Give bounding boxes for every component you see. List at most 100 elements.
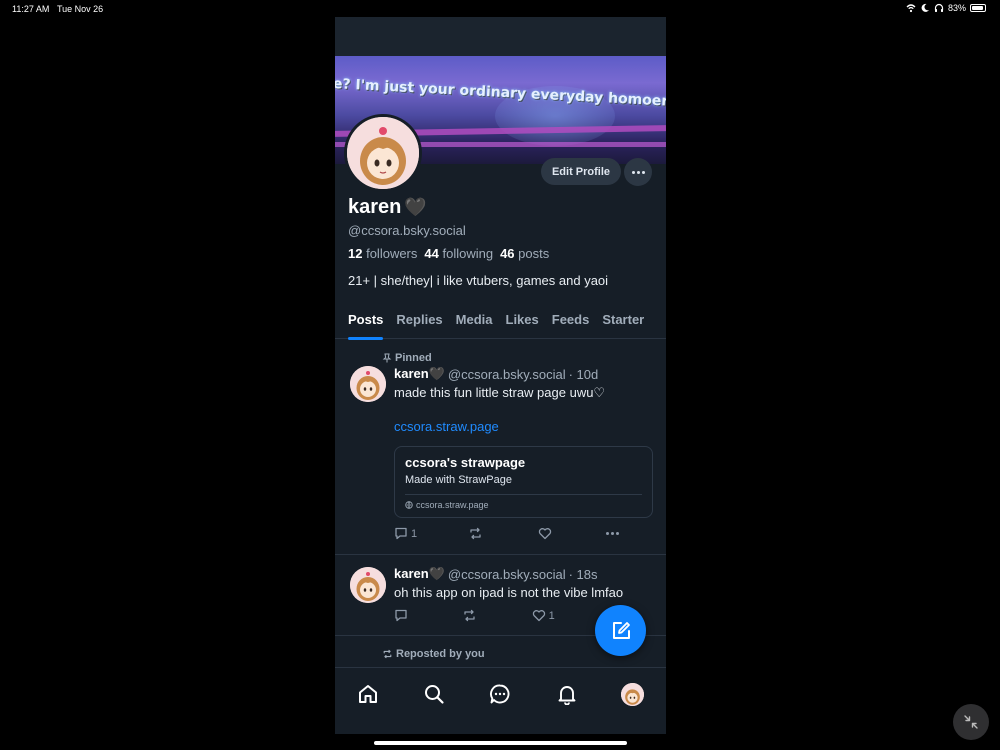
repost-indicator: Reposted by you	[382, 648, 485, 660]
avatar-illustration	[350, 567, 386, 603]
post-author[interactable]: karen🖤	[394, 566, 445, 582]
post-context-label: Pinned	[395, 352, 432, 364]
followers-label: followers	[366, 246, 418, 261]
heart-icon	[532, 610, 545, 622]
compose-button[interactable]	[595, 605, 646, 656]
reply-button[interactable]	[394, 609, 411, 622]
nav-chat[interactable]	[487, 681, 513, 707]
status-bar: 11:27 AM Tue Nov 26 83%	[0, 0, 1000, 18]
card-divider	[405, 494, 642, 495]
avatar-illustration	[347, 117, 419, 189]
repost-icon	[470, 527, 482, 540]
status-time: 11:27 AM	[12, 4, 50, 14]
like-count: 1	[548, 609, 555, 622]
tab-media[interactable]: Media	[456, 307, 493, 339]
reply-icon	[395, 527, 407, 540]
battery-icon	[970, 4, 986, 12]
globe-icon	[405, 501, 413, 509]
bottom-navigation	[335, 667, 666, 734]
like-button[interactable]: 1	[532, 609, 555, 622]
tab-replies[interactable]: Replies	[396, 307, 442, 339]
card-domain-text: ccsora.straw.page	[416, 500, 489, 510]
card-title: ccsora's strawpage	[405, 455, 526, 470]
exit-fullscreen-button[interactable]	[953, 704, 989, 740]
ellipsis-icon	[605, 532, 619, 535]
post-context-label: Reposted by you	[396, 648, 485, 660]
compose-icon	[612, 621, 630, 639]
post-more-button[interactable]	[605, 532, 619, 535]
following-label: following	[442, 246, 494, 261]
collapse-arrows-icon	[964, 715, 978, 729]
post-timestamp[interactable]: · 10d	[569, 367, 599, 382]
battery-percentage: 83%	[947, 3, 966, 13]
bell-icon	[558, 686, 576, 705]
moon-icon	[921, 3, 929, 12]
status-right: 83%	[906, 3, 986, 13]
posts-label: posts	[518, 246, 550, 261]
profile-avatar-small	[621, 682, 645, 706]
avatar-illustration	[350, 366, 386, 402]
reply-icon	[395, 609, 407, 622]
reply-button[interactable]: 1	[394, 527, 417, 540]
following-stat[interactable]: 44 following	[424, 246, 493, 261]
nav-notifications[interactable]	[554, 681, 580, 707]
post-timestamp[interactable]: · 18s	[569, 567, 598, 582]
nav-search[interactable]	[421, 681, 447, 707]
nav-profile[interactable]	[620, 681, 646, 707]
repost-button[interactable]	[462, 609, 480, 622]
post-text: made this fun little straw page uwu♡	[394, 385, 606, 400]
post-text: oh this app on ipad is not the vibe lmfa…	[394, 585, 624, 600]
tab-starter[interactable]: Starter	[602, 307, 644, 339]
following-count: 44	[424, 246, 439, 261]
post-handle[interactable]: @ccsora.bsky.social	[448, 567, 566, 582]
post-actions: 1	[394, 609, 619, 622]
profile-stats: 12 followers 44 following 46 posts	[348, 246, 549, 261]
search-icon	[425, 685, 444, 704]
ellipsis-icon	[631, 170, 645, 174]
feed-post[interactable]: Pinned karen🖤 @ccsora.bsky.social · 10d …	[335, 339, 666, 555]
wifi-icon	[906, 4, 916, 13]
post-avatar[interactable]	[350, 366, 386, 402]
card-domain: ccsora.straw.page	[405, 500, 489, 510]
tab-posts[interactable]: Posts	[348, 307, 384, 340]
app-top-bar	[335, 17, 666, 56]
more-options-button[interactable]	[624, 158, 652, 186]
home-indicator[interactable]	[374, 741, 627, 745]
post-link[interactable]: ccsora.straw.page	[394, 419, 499, 434]
display-name-text: karen	[348, 196, 402, 218]
home-icon	[359, 685, 378, 703]
repost-icon	[464, 609, 475, 622]
black-heart-emoji: 🖤	[404, 197, 427, 218]
followers-count: 12	[348, 246, 363, 261]
tab-feeds[interactable]: Feeds	[552, 307, 590, 339]
pin-icon	[382, 353, 392, 363]
app-window: e? I'm just your ordinary everyday homoe…	[335, 17, 666, 734]
posts-stat: 46 posts	[500, 246, 549, 261]
edit-profile-button[interactable]: Edit Profile	[541, 158, 621, 185]
pinned-indicator: Pinned	[382, 352, 432, 364]
post-header: karen🖤 @ccsora.bsky.social · 18s	[394, 566, 598, 582]
profile-avatar[interactable]	[344, 114, 422, 192]
profile-handle: @ccsora.bsky.social	[348, 223, 466, 238]
followers-stat[interactable]: 12 followers	[348, 246, 417, 261]
tab-likes[interactable]: Likes	[506, 307, 539, 339]
repost-icon	[383, 649, 392, 659]
like-button[interactable]	[538, 527, 555, 540]
profile-bio: 21+ | she/they| i like vtubers, games an…	[348, 273, 609, 288]
post-author[interactable]: karen🖤	[394, 366, 445, 382]
repost-button[interactable]	[468, 527, 486, 540]
post-avatar[interactable]	[350, 567, 386, 603]
avatar-illustration	[621, 682, 645, 706]
post-handle[interactable]: @ccsora.bsky.social	[448, 367, 566, 382]
post-header: karen🖤 @ccsora.bsky.social · 10d	[394, 366, 598, 382]
link-preview-card[interactable]: ccsora's strawpage Made with StrawPage c…	[394, 446, 653, 518]
status-date: Tue Nov 26	[57, 4, 104, 14]
headphones-icon	[934, 3, 944, 12]
chat-icon	[490, 684, 510, 704]
reply-count: 1	[411, 527, 418, 540]
card-subtitle: Made with StrawPage	[405, 474, 512, 486]
profile-display-name: karen 🖤	[348, 196, 427, 219]
nav-home[interactable]	[355, 681, 381, 707]
profile-tabs: Posts Replies Media Likes Feeds Starter	[335, 307, 666, 340]
heart-icon	[538, 528, 551, 540]
